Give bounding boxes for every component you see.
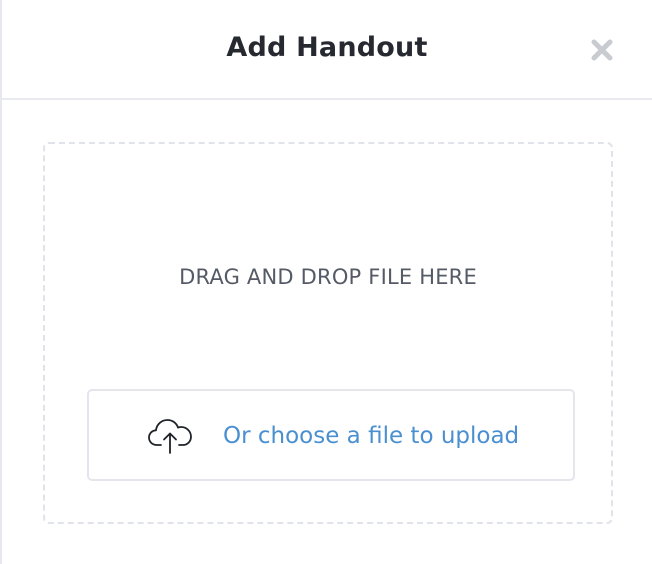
close-button[interactable] [588, 38, 616, 66]
cloud-upload-icon [147, 415, 195, 455]
file-drop-zone[interactable]: DRAG AND DROP FILE HERE Or choose a file… [43, 142, 613, 524]
choose-file-label: Or choose a file to upload [223, 423, 520, 449]
modal-title: Add Handout [226, 32, 428, 63]
add-handout-modal: Add Handout DRAG AND DROP FILE HERE Or c… [0, 0, 652, 564]
close-icon [590, 38, 614, 66]
drop-zone-instruction: DRAG AND DROP FILE HERE [179, 265, 477, 289]
modal-header: Add Handout [2, 0, 652, 100]
choose-file-button[interactable]: Or choose a file to upload [87, 389, 575, 481]
